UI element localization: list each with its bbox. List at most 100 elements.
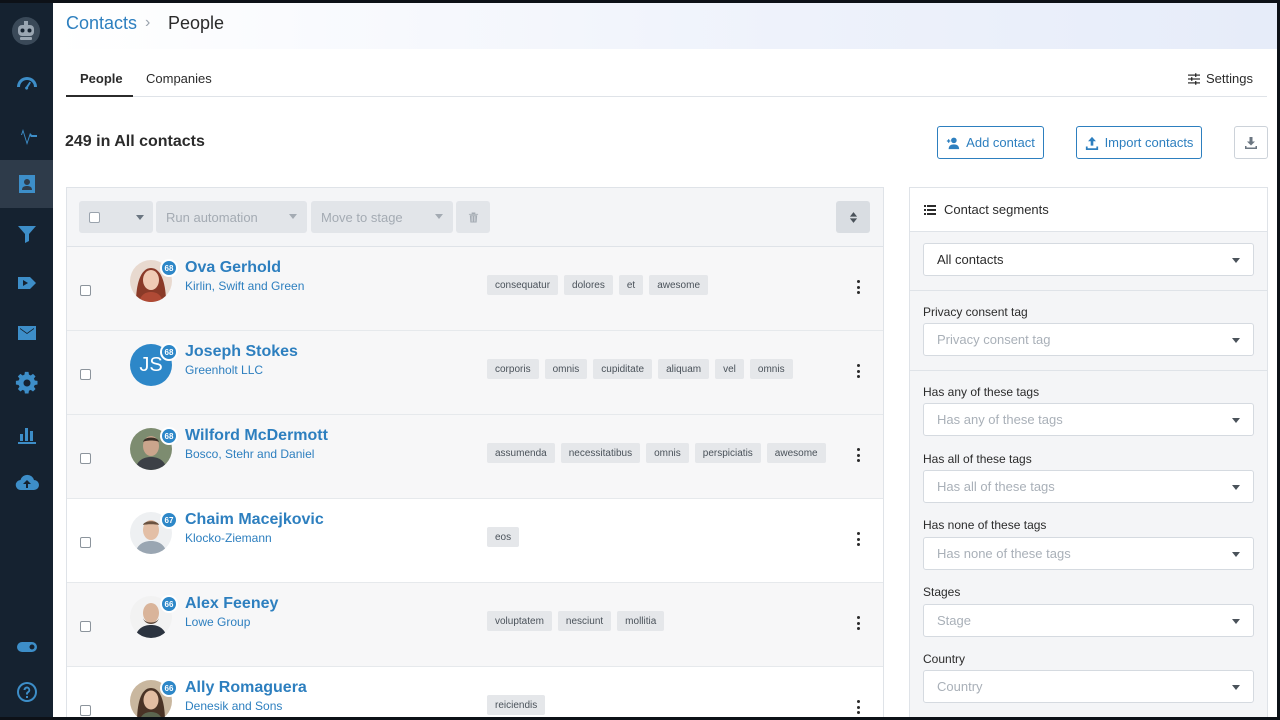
more-options-icon[interactable] [857, 616, 861, 630]
tag[interactable]: dolores [564, 275, 613, 295]
help-icon[interactable] [0, 668, 53, 716]
tag-list: corporis omnis cupiditate aliquam vel om… [487, 359, 793, 379]
company-link[interactable]: Lowe Group [185, 615, 250, 629]
run-automation-label: Run automation [166, 209, 258, 225]
add-contact-button[interactable]: Add contact [937, 126, 1044, 159]
segment-select[interactable]: All contacts [923, 243, 1254, 276]
contacts-icon[interactable] [0, 160, 53, 208]
contact-row[interactable]: JS 68 Joseph Stokes Greenholt LLC corpor… [67, 331, 883, 415]
tab-companies[interactable]: Companies [146, 71, 212, 86]
tag[interactable]: omnis [646, 443, 689, 463]
run-automation-button[interactable]: Run automation [156, 201, 307, 233]
toggle-icon[interactable] [0, 623, 53, 671]
settings-button[interactable]: Settings [1188, 71, 1253, 86]
chevron-down-icon [1232, 552, 1240, 557]
select-all-dropdown[interactable] [79, 201, 153, 233]
divider [910, 370, 1267, 371]
row-checkbox[interactable] [80, 285, 91, 296]
bar-chart-icon[interactable] [0, 410, 53, 458]
robot-logo-icon[interactable] [11, 16, 41, 46]
contact-name-link[interactable]: Alex Feeney [185, 595, 278, 613]
company-link[interactable]: Greenholt LLC [185, 363, 263, 377]
activity-icon[interactable] [0, 110, 53, 158]
lead-score-badge: 68 [160, 343, 178, 361]
tab-bar: People Companies Settings [66, 60, 1267, 97]
forward-icon[interactable] [0, 259, 53, 307]
stage-select[interactable]: Stage [923, 604, 1254, 637]
tag[interactable]: necessitatibus [560, 443, 641, 463]
gear-icon[interactable] [0, 359, 53, 407]
lead-score-badge: 68 [160, 259, 178, 277]
tab-people[interactable]: People [80, 71, 123, 86]
page-header: Contacts › People [53, 3, 1277, 49]
tag[interactable]: mollitia [617, 611, 665, 631]
filter-label: Has all of these tags [923, 452, 1032, 466]
company-link[interactable]: Kirlin, Swift and Green [185, 279, 304, 293]
company-link[interactable]: Klocko-Ziemann [185, 531, 272, 545]
has-any-tags-select[interactable]: Has any of these tags [923, 403, 1254, 436]
country-select[interactable]: Country [923, 670, 1254, 703]
sort-button[interactable] [836, 201, 870, 233]
row-checkbox[interactable] [80, 537, 91, 548]
contact-name-link[interactable]: Chaim Macejkovic [185, 511, 324, 529]
sliders-icon [1188, 72, 1201, 85]
cloud-upload-icon[interactable] [0, 459, 53, 507]
tag[interactable]: omnis [749, 359, 793, 379]
contact-name-link[interactable]: Joseph Stokes [185, 343, 298, 361]
tag[interactable]: perspiciatis [694, 443, 761, 463]
tag[interactable]: cupiditate [593, 359, 653, 379]
contact-row[interactable]: 66 Alex Feeney Lowe Group voluptatem nes… [67, 583, 883, 667]
settings-label: Settings [1206, 71, 1253, 86]
upload-icon [1085, 136, 1098, 150]
row-checkbox[interactable] [80, 369, 91, 380]
more-options-icon[interactable] [857, 700, 861, 714]
tag[interactable]: consequatur [487, 275, 559, 295]
contact-name-link[interactable]: Ova Gerhold [185, 259, 281, 277]
tag[interactable]: nesciunt [557, 611, 612, 631]
tag[interactable]: et [618, 275, 644, 295]
select-all-checkbox[interactable] [89, 211, 100, 223]
more-options-icon[interactable] [857, 280, 861, 294]
contact-row[interactable]: 68 Wilford McDermott Bosco, Stehr and Da… [67, 415, 883, 499]
filter-label: Has none of these tags [923, 518, 1047, 532]
export-button[interactable] [1234, 126, 1268, 159]
tag[interactable]: awesome [649, 275, 709, 295]
row-checkbox[interactable] [80, 705, 91, 716]
tag[interactable]: eos [487, 527, 520, 547]
tag[interactable]: omnis [544, 359, 588, 379]
has-all-tags-select[interactable]: Has all of these tags [923, 470, 1254, 503]
tag-list: reiciendis [487, 695, 546, 715]
row-checkbox[interactable] [80, 453, 91, 464]
tag[interactable]: vel [715, 359, 744, 379]
lead-score-badge: 67 [160, 511, 178, 529]
tag-list: voluptatem nesciunt mollitia [487, 611, 665, 631]
tag[interactable]: voluptatem [487, 611, 552, 631]
import-contacts-label: Import contacts [1104, 135, 1194, 150]
contact-row[interactable]: 67 Chaim Macejkovic Klocko-Ziemann eos [67, 499, 883, 583]
tag[interactable]: assumenda [487, 443, 555, 463]
company-link[interactable]: Bosco, Stehr and Daniel [185, 447, 314, 461]
contact-row[interactable]: 68 Ova Gerhold Kirlin, Swift and Green c… [67, 247, 883, 331]
tag[interactable]: reiciendis [487, 695, 546, 715]
move-to-stage-button[interactable]: Move to stage [311, 201, 453, 233]
tag[interactable]: awesome [766, 443, 826, 463]
breadcrumb-contacts-link[interactable]: Contacts [66, 13, 137, 34]
privacy-consent-select[interactable]: Privacy consent tag [923, 323, 1254, 356]
contact-name-link[interactable]: Ally Romaguera [185, 679, 307, 697]
more-options-icon[interactable] [857, 364, 861, 378]
contact-name-link[interactable]: Wilford McDermott [185, 427, 328, 445]
more-options-icon[interactable] [857, 532, 861, 546]
company-link[interactable]: Denesik and Sons [185, 699, 282, 713]
dashboard-icon[interactable] [0, 61, 53, 109]
more-options-icon[interactable] [857, 448, 861, 462]
has-none-tags-select[interactable]: Has none of these tags [923, 537, 1254, 570]
delete-button[interactable] [456, 201, 490, 233]
mail-icon[interactable] [0, 309, 53, 357]
row-checkbox[interactable] [80, 621, 91, 632]
funnel-icon[interactable] [0, 210, 53, 258]
import-contacts-button[interactable]: Import contacts [1076, 126, 1202, 159]
tag[interactable]: aliquam [658, 359, 710, 379]
contact-row[interactable]: 66 Ally Romaguera Denesik and Sons reici… [67, 667, 883, 720]
tag[interactable]: corporis [487, 359, 539, 379]
segments-title: Contact segments [944, 202, 1049, 217]
